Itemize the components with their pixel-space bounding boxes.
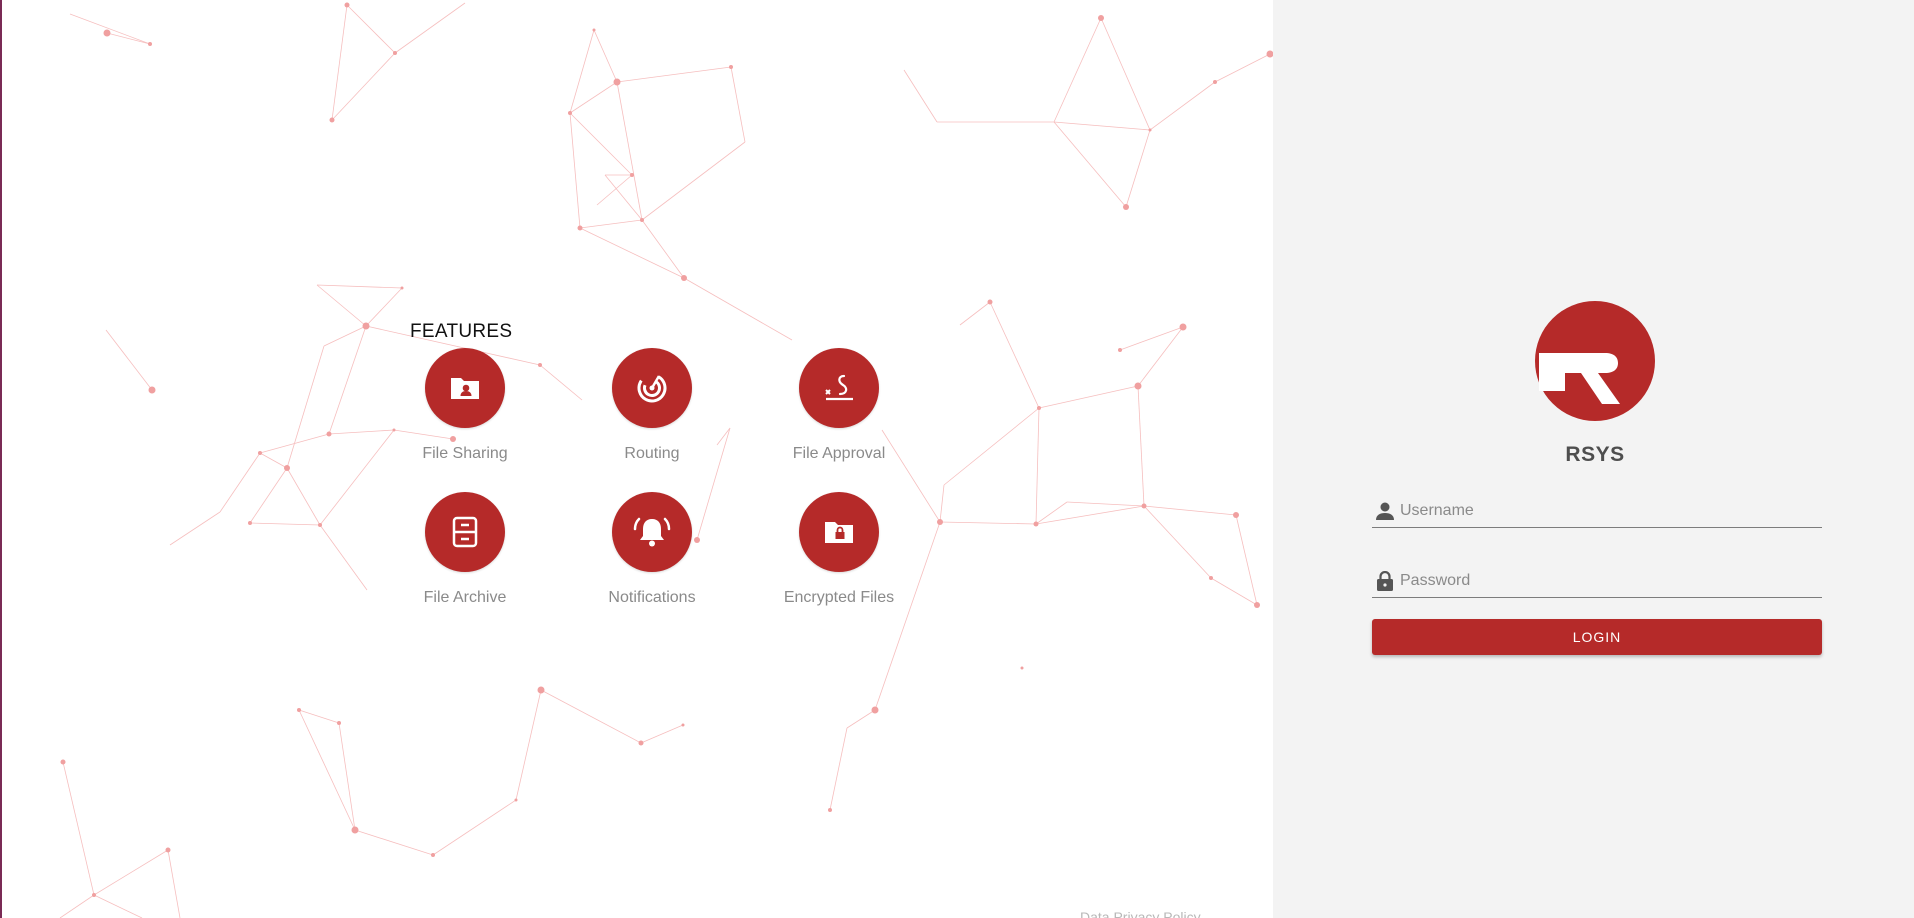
routing-target-icon[interactable] (612, 348, 692, 428)
archive-cabinet-icon[interactable] (425, 492, 505, 572)
rsys-logo (1535, 301, 1655, 421)
features-title: FEATURES (410, 321, 513, 342)
feature-label: File Archive (423, 589, 507, 606)
username-input[interactable] (1398, 497, 1812, 525)
lock-icon (1377, 571, 1393, 591)
feature-file-sharing[interactable]: File Sharing (390, 348, 540, 468)
password-field[interactable] (1372, 565, 1822, 598)
locked-folder-icon[interactable] (799, 492, 879, 572)
feature-file-approval[interactable]: File Approval (764, 348, 914, 468)
feature-label: File Approval (792, 445, 886, 462)
feature-encrypted-files[interactable]: Encrypted Files (764, 492, 914, 612)
brand-name: RSYS (1565, 443, 1625, 466)
signature-icon[interactable] (799, 348, 879, 428)
username-field[interactable] (1372, 495, 1822, 528)
feature-routing[interactable]: Routing (577, 348, 727, 468)
password-input[interactable] (1398, 567, 1812, 595)
privacy-policy-link[interactable]: Data Privacy Policy (1080, 909, 1201, 918)
feature-notifications[interactable]: Notifications (577, 492, 727, 612)
feature-label: Notifications (608, 589, 696, 606)
feature-label: Encrypted Files (783, 589, 895, 606)
feature-file-archive[interactable]: File Archive (390, 492, 540, 612)
user-icon (1376, 502, 1394, 520)
feature-label: Routing (624, 445, 680, 462)
features-panel: FEATURES File Sharing Routing File Appro… (0, 0, 1273, 918)
feature-label: File Sharing (422, 445, 508, 462)
login-button[interactable]: LOGIN (1372, 619, 1822, 655)
bell-icon[interactable] (612, 492, 692, 572)
folder-user-icon[interactable] (425, 348, 505, 428)
